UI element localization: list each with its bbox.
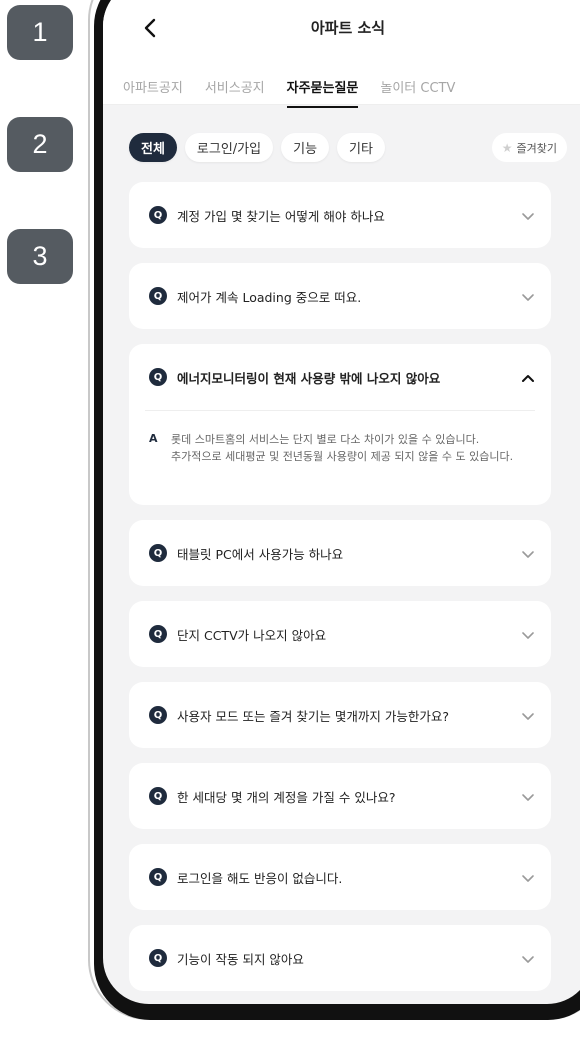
answer-marker-icon: A: [149, 432, 158, 445]
faq-answer-text: 롯데 스마트홈의 서비스는 단지 별로 다소 차이가 있을 수 있습니다. 추가…: [171, 433, 514, 463]
chevron-down-icon[interactable]: [521, 951, 535, 965]
chevron-down-icon[interactable]: [521, 289, 535, 303]
faq-list: Q 계정 가입 몇 찾기는 어떻게 해야 하나요 Q 제어가 계속 Loading 중…: [129, 182, 551, 1004]
category-filters: 전체 로그인/가입 기능 기타: [129, 133, 385, 162]
faq-item: Q 기능이 작동 되지 않아요: [129, 925, 551, 991]
faq-item: Q 계정 가입 몇 찾기는 어떻게 해야 하나요: [129, 182, 551, 248]
faq-item: Q 한 세대당 몇 개의 계정을 가질 수 있나요?: [129, 763, 551, 829]
faq-question-row[interactable]: Q 기능이 작동 되지 않아요: [129, 925, 551, 991]
faq-question-row[interactable]: Q 계정 가입 몇 찾기는 어떻게 해야 하나요: [129, 182, 551, 248]
faq-question-text: 한 세대당 몇 개의 계정을 가질 수 있나요?: [177, 789, 396, 805]
question-marker-icon: Q: [149, 787, 167, 805]
faq-answer: A 롯데 스마트홈의 서비스는 단지 별로 다소 차이가 있을 수 있습니다. 추…: [145, 410, 535, 505]
question-marker-icon: Q: [149, 625, 167, 643]
faq-question-text: 제어가 계속 Loading 중으로 떠요.: [177, 289, 362, 305]
chevron-down-icon[interactable]: [521, 546, 535, 560]
filter-login-signup[interactable]: 로그인/가입: [184, 133, 274, 162]
faq-question-text: 기능이 작동 되지 않아요: [177, 951, 304, 967]
faq-question-row[interactable]: Q 사용자 모드 또는 즐겨 찾기는 몇개까지 가능한가요?: [129, 682, 551, 748]
faq-item: Q 로그인을 해도 반응이 없습니다.: [129, 844, 551, 910]
filter-all[interactable]: 전체: [129, 133, 177, 162]
star-icon: ★: [501, 140, 513, 155]
faq-item: Q 단지 CCTV가 나오지 않아요: [129, 601, 551, 667]
faq-item: Q 사용자 모드 또는 즐겨 찾기는 몇개까지 가능한가요?: [129, 682, 551, 748]
faq-question-text: 단지 CCTV가 나오지 않아요: [177, 627, 327, 643]
filter-feature[interactable]: 기능: [281, 133, 330, 162]
faq-question-row[interactable]: Q 단지 CCTV가 나오지 않아요: [129, 601, 551, 667]
filter-etc[interactable]: 기타: [337, 133, 385, 162]
faq-question-text: 로그인을 해도 반응이 없습니다.: [177, 870, 343, 886]
faq-item: Q 태블릿 PC에서 사용가능 하나요: [129, 520, 551, 586]
question-marker-icon: Q: [149, 544, 167, 562]
question-marker-icon: Q: [149, 949, 167, 967]
page-title: 아파트 소식: [310, 19, 386, 37]
question-marker-icon: Q: [149, 706, 167, 724]
top-bar: 아파트 소식 아파트공지 서비스공지 자주묻는질문 놀이터 CCTV: [103, 0, 580, 108]
faq-question-row[interactable]: Q 제어가 계속 Loading 중으로 떠요.: [129, 263, 551, 329]
favorites-label: 즐겨찾기: [516, 141, 557, 155]
chevron-down-icon[interactable]: [521, 870, 535, 884]
step-badge-1: 1: [7, 5, 73, 60]
faq-question-text: 에너지모니터링이 현재 사용량 밖에 나오지 않아요: [177, 370, 441, 386]
phone-screen: 아파트 소식 아파트공지 서비스공지 자주묻는질문 놀이터 CCTV 전체 로그…: [103, 0, 580, 1004]
faq-item: Q 제어가 계속 Loading 중으로 떠요.: [129, 263, 551, 329]
faq-question-row[interactable]: Q 태블릿 PC에서 사용가능 하나요: [129, 520, 551, 586]
faq-question-text: 계정 가입 몇 찾기는 어떻게 해야 하나요: [177, 208, 385, 224]
faq-item: Q 에너지모니터링이 현재 사용량 밖에 나오지 않아요 A 롯데 스마트홈의 서비스…: [129, 344, 551, 505]
faq-question-row[interactable]: Q 한 세대당 몇 개의 계정을 가질 수 있나요?: [129, 763, 551, 829]
chevron-up-icon[interactable]: [521, 370, 535, 384]
step-badge-2: 2: [7, 117, 73, 172]
question-marker-icon: Q: [149, 868, 167, 886]
tab-divider: [103, 104, 580, 105]
faq-question-row[interactable]: Q 에너지모니터링이 현재 사용량 밖에 나오지 않아요: [129, 344, 551, 410]
question-marker-icon: Q: [149, 287, 167, 305]
favorites-button[interactable]: ★ 즐겨찾기: [491, 133, 567, 162]
chevron-down-icon[interactable]: [521, 708, 535, 722]
chevron-down-icon[interactable]: [521, 208, 535, 222]
faq-question-row[interactable]: Q 로그인을 해도 반응이 없습니다.: [129, 844, 551, 910]
question-marker-icon: Q: [149, 368, 167, 386]
question-marker-icon: Q: [149, 206, 167, 224]
faq-question-text: 태블릿 PC에서 사용가능 하나요: [177, 546, 344, 562]
chevron-down-icon[interactable]: [521, 627, 535, 641]
chevron-down-icon[interactable]: [521, 789, 535, 803]
step-badge-3: 3: [7, 229, 73, 284]
faq-question-text: 사용자 모드 또는 즐겨 찾기는 몇개까지 가능한가요?: [177, 708, 449, 724]
